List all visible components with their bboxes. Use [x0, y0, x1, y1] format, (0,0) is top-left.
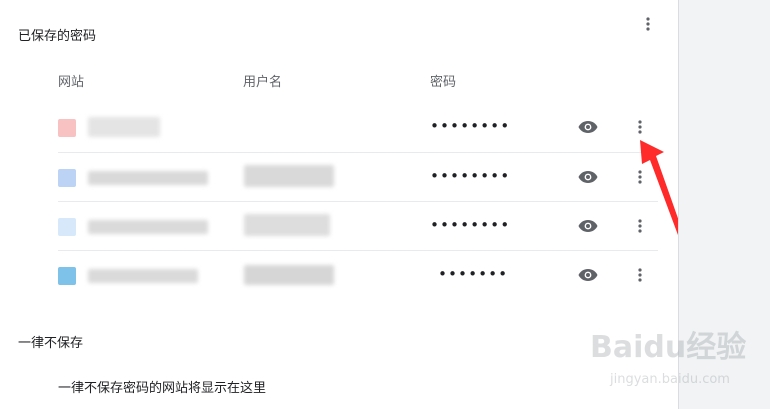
saved-passwords-menu-button[interactable]: [636, 12, 660, 36]
watermark-url: jingyan.baidu.com: [610, 372, 730, 387]
password-value: ••••••••: [430, 216, 511, 234]
more-vert-icon: [638, 120, 642, 134]
eye-icon: [578, 121, 598, 133]
show-password-button[interactable]: [576, 214, 600, 238]
column-header-username: 用户名: [243, 75, 283, 90]
username-redacted: [244, 265, 334, 285]
column-header-site: 网站: [58, 75, 85, 90]
site-name-redacted: [88, 269, 198, 283]
more-vert-icon: [646, 17, 650, 31]
username-redacted: [244, 214, 330, 236]
site-name-redacted: [88, 220, 208, 234]
site-favicon: [58, 119, 76, 137]
password-row: •••••••: [58, 250, 658, 299]
username-redacted: [244, 165, 334, 187]
site-name-redacted: [88, 171, 208, 185]
eye-icon: [578, 220, 598, 232]
password-value: •••••••: [438, 265, 509, 283]
eye-icon: [578, 269, 598, 281]
site-favicon: [58, 267, 76, 285]
baidu-jingyan-watermark: Baidu经验 jingyan.baidu.com: [590, 322, 770, 402]
saved-passwords-title: 已保存的密码: [18, 29, 97, 44]
column-header-password: 密码: [430, 75, 457, 90]
show-password-button[interactable]: [576, 165, 600, 189]
site-name-redacted: [88, 117, 160, 137]
never-saved-empty-message: 一律不保存密码的网站将显示在这里: [58, 381, 267, 396]
site-favicon: [58, 169, 76, 187]
never-saved-title: 一律不保存: [18, 336, 84, 351]
password-value: ••••••••: [430, 167, 511, 185]
eye-icon: [578, 171, 598, 183]
password-row: ••••••••: [58, 152, 658, 201]
settings-panel: 已保存的密码 网站 用户名 密码 •••••••• •••••••• •••••…: [0, 0, 704, 409]
show-password-button[interactable]: [576, 115, 600, 139]
site-favicon: [58, 218, 76, 236]
password-row: ••••••••: [58, 201, 658, 250]
show-password-button[interactable]: [576, 263, 600, 287]
row-more-actions-button[interactable]: [628, 115, 652, 139]
watermark-brand: Baidu经验: [590, 330, 747, 365]
password-value: ••••••••: [430, 117, 511, 135]
password-row: ••••••••: [58, 103, 658, 152]
